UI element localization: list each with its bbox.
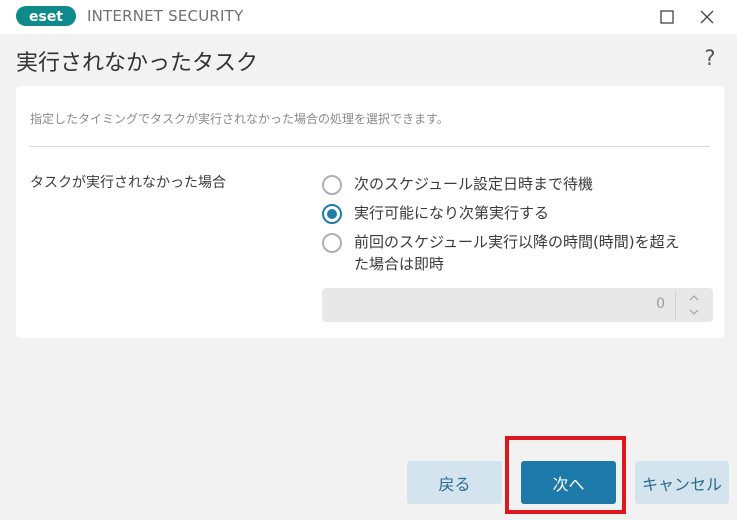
option-label: 前回のスケジュール実行以降の時間(時間)を超えた場合は即時 (354, 233, 680, 273)
option-label: 次のスケジュール設定日時まで待機 (354, 175, 593, 193)
chevron-up-icon[interactable] (683, 291, 705, 305)
divider (30, 146, 710, 147)
svg-text:eset: eset (29, 9, 63, 25)
option-run-if-time-exceeded[interactable]: 前回のスケジュール実行以降の時間(時間)を超えた場合は即時 (322, 231, 702, 279)
stepper-divider (675, 290, 676, 320)
chevron-down-icon[interactable] (683, 305, 705, 319)
help-icon[interactable]: ? (700, 46, 720, 70)
option-label: 実行可能になり次第実行する (354, 204, 550, 222)
product-name: INTERNET SECURITY (87, 7, 244, 25)
option-wait-next-schedule[interactable]: 次のスケジュール設定日時まで待機 (322, 173, 702, 197)
back-button[interactable]: 戻る (407, 461, 502, 504)
hours-stepper[interactable]: 0 (322, 288, 713, 322)
page-title: 実行されなかったタスク (16, 51, 259, 76)
next-button[interactable]: 次へ (521, 461, 616, 504)
close-icon[interactable] (694, 4, 720, 30)
missed-task-label: タスクが実行されなかった場合 (30, 175, 226, 191)
radio-button-selected[interactable] (322, 204, 342, 224)
panel-description: 指定したタイミングでタスクが実行されなかった場合の処理を選択できます。 (30, 112, 449, 126)
cancel-button[interactable]: キャンセル (635, 461, 729, 504)
eset-logo: eset (16, 6, 76, 26)
hours-value[interactable]: 0 (656, 296, 665, 312)
radio-button[interactable] (322, 175, 342, 195)
settings-panel: 指定したタイミングでタスクが実行されなかった場合の処理を選択できます。 タスクが… (16, 86, 724, 338)
maximize-icon[interactable] (654, 4, 680, 30)
radio-button[interactable] (322, 233, 342, 253)
option-run-asap[interactable]: 実行可能になり次第実行する (322, 202, 702, 226)
title-bar: eset INTERNET SECURITY (0, 0, 737, 34)
